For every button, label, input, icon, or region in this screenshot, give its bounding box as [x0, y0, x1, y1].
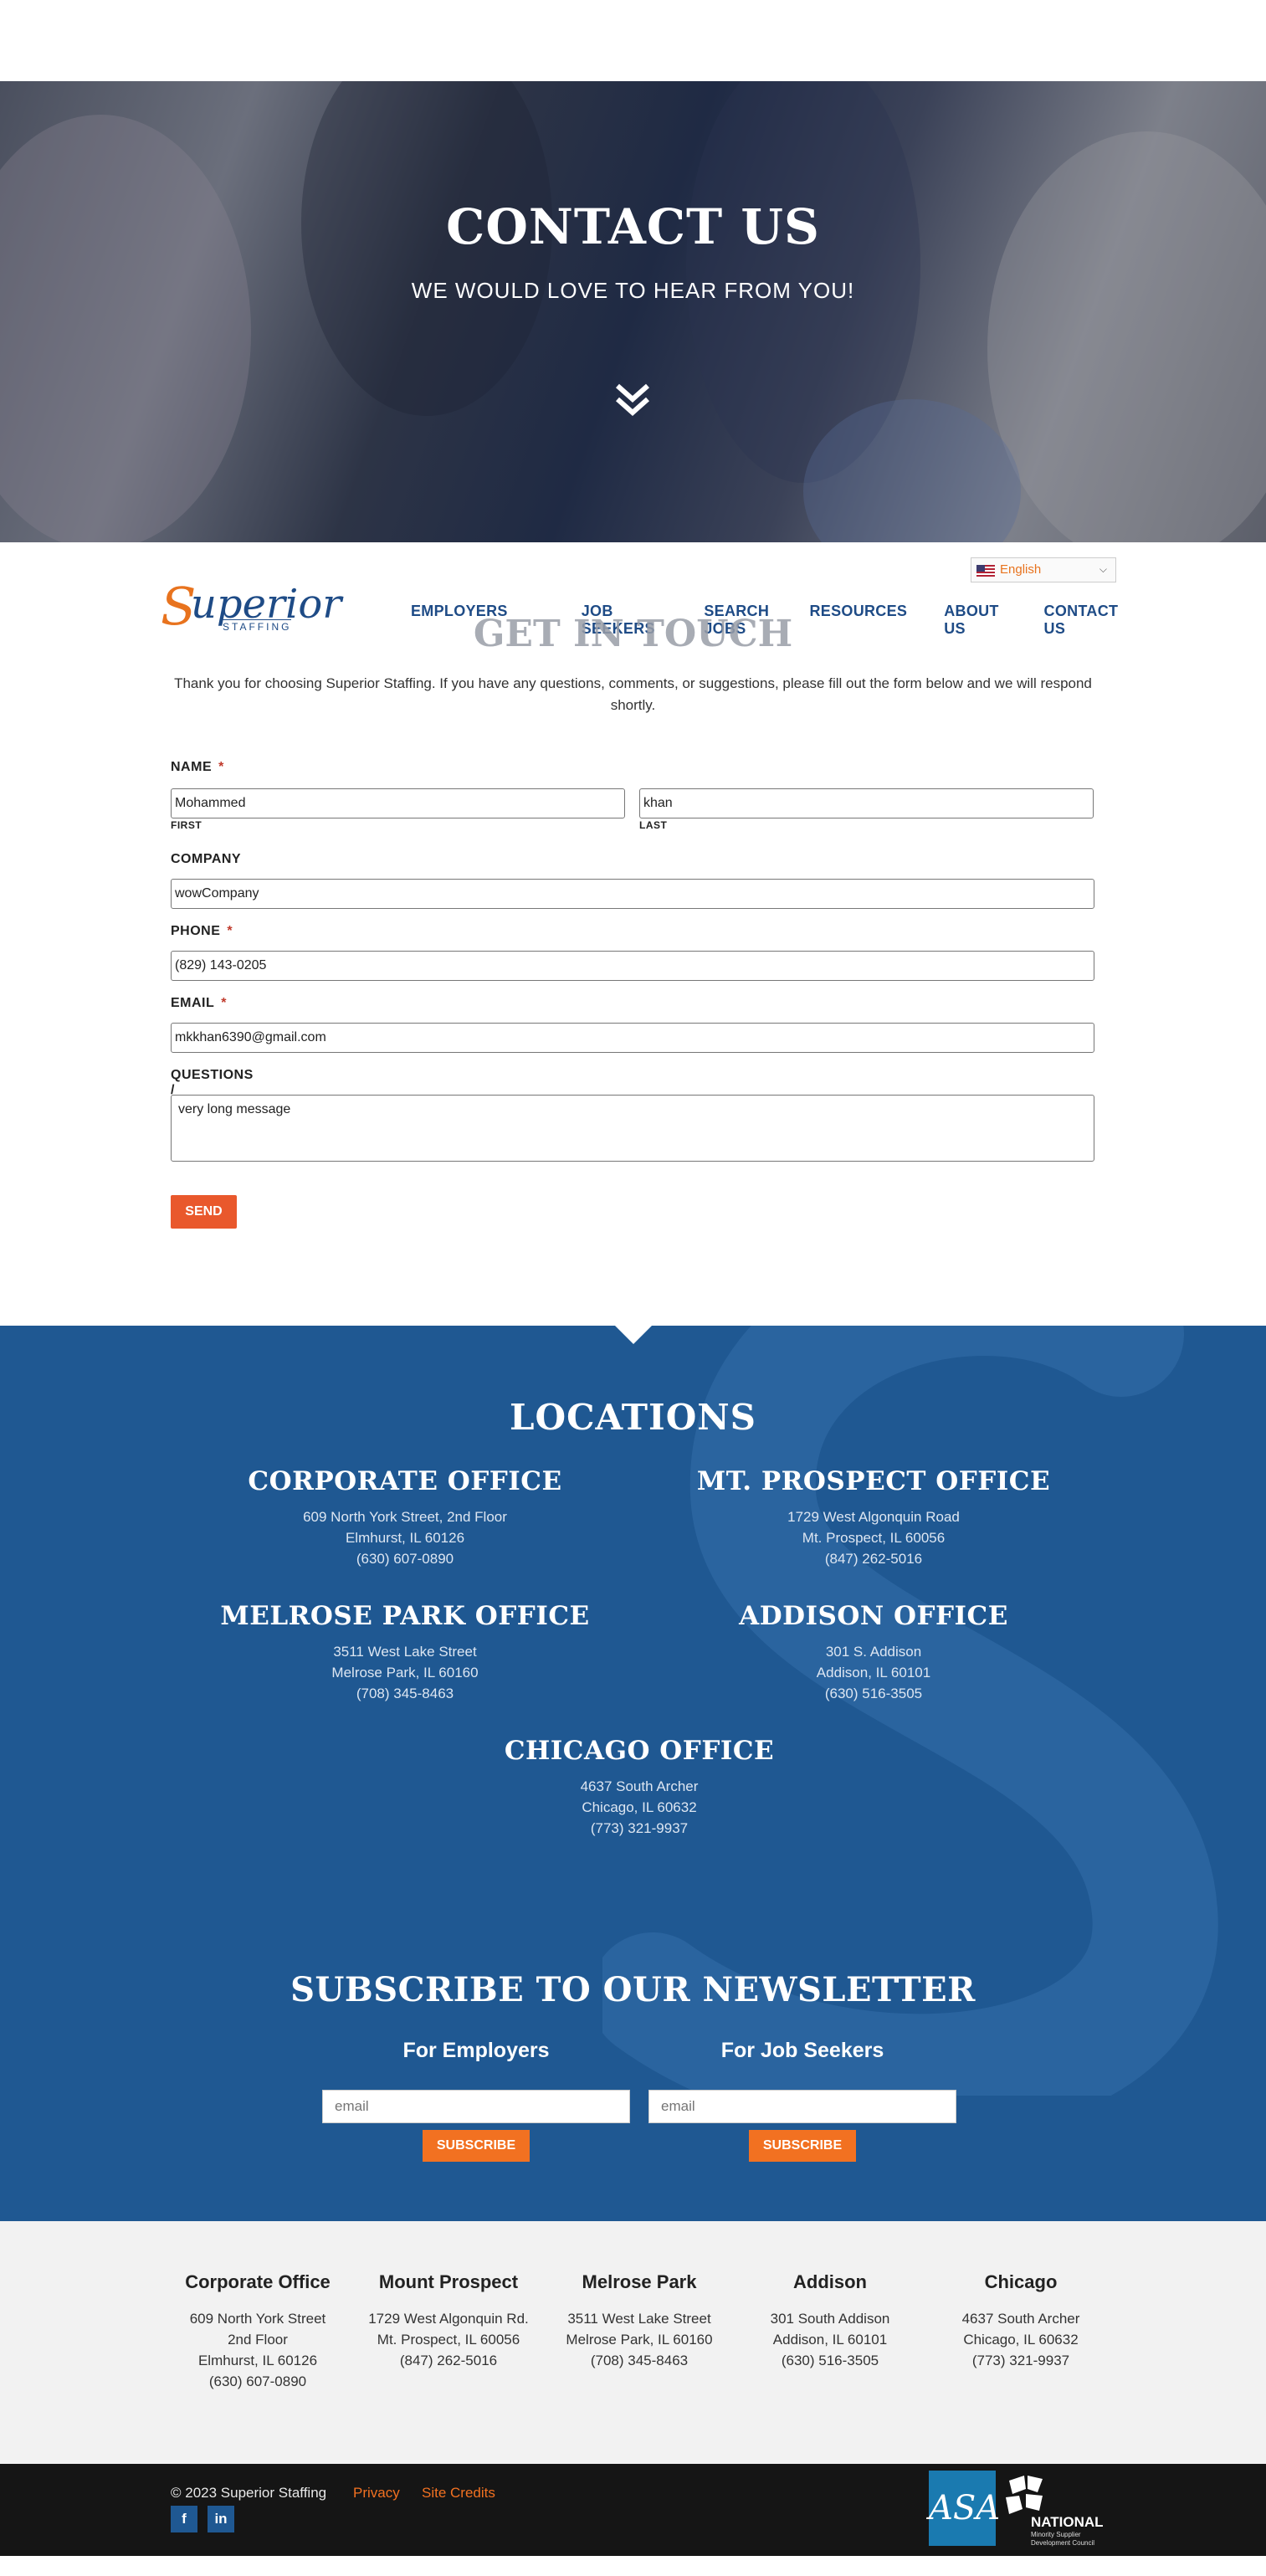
- footer-line: 301 South Addison: [770, 2311, 890, 2327]
- hero-banner: CONTACT US WE WOULD LOVE TO HEAR FROM YO…: [0, 81, 1266, 542]
- office-phone[interactable]: (630) 516-3505: [656, 1683, 1091, 1704]
- office-city: Addison, IL 60101: [816, 1665, 931, 1681]
- office-city: Mt. Prospect, IL 60056: [802, 1530, 946, 1546]
- footer-col-title: Corporate Office: [185, 2271, 331, 2292]
- footer-col-corporate: Corporate Office 609 North York Street 2…: [161, 2271, 354, 2392]
- footer-phone[interactable]: (847) 262-5016: [352, 2350, 545, 2371]
- footer-col-title: Chicago: [984, 2271, 1058, 2292]
- phone-label: PHONE *: [171, 924, 233, 938]
- office-phone[interactable]: (708) 345-8463: [187, 1683, 623, 1704]
- office-name: MELROSE PARK OFFICE: [220, 1601, 590, 1631]
- privacy-link[interactable]: Privacy: [353, 2485, 400, 2502]
- us-flag-icon: [976, 565, 995, 577]
- footer-col-melrose-park: Melrose Park 3511 West Lake Street Melro…: [543, 2271, 736, 2371]
- hero-subtitle: WE WOULD LOVE TO HEAR FROM YOU!: [411, 278, 855, 303]
- footer-bottom-bar: © 2023 Superior Staffing Privacy Site Cr…: [0, 2464, 1266, 2556]
- office-address: 301 S. Addison: [825, 1644, 922, 1660]
- footer-line: 609 North York Street: [189, 2311, 326, 2327]
- employers-email-input[interactable]: [322, 2090, 630, 2123]
- footer-line: 3511 West Lake Street: [567, 2311, 711, 2327]
- office-address: 609 North York Street, 2nd Floor: [303, 1509, 507, 1525]
- language-select[interactable]: English ⌵: [971, 557, 1116, 582]
- footer-line: Chicago, IL 60632: [963, 2332, 1079, 2348]
- footer-phone[interactable]: (630) 516-3505: [734, 2350, 926, 2371]
- office-address: 4637 South Archer: [580, 1778, 699, 1794]
- first-name-input[interactable]: [171, 788, 625, 818]
- site-credits-link[interactable]: Site Credits: [422, 2485, 495, 2502]
- comments-textarea[interactable]: very long message: [171, 1095, 1094, 1162]
- office-phone[interactable]: (847) 262-5016: [656, 1548, 1091, 1569]
- office-name: CHICAGO OFFICE: [504, 1736, 775, 1766]
- footer-line: Melrose Park, IL 60160: [566, 2332, 713, 2348]
- footer-line: Elmhurst, IL 60126: [197, 2353, 318, 2368]
- footer-line: Addison, IL 60101: [772, 2332, 888, 2348]
- footer-col-mount-prospect: Mount Prospect 1729 West Algonquin Rd. M…: [352, 2271, 545, 2371]
- office-city: Chicago, IL 60632: [582, 1799, 697, 1815]
- footer-line: 2nd Floor: [228, 2332, 288, 2348]
- last-name-label: LAST: [639, 819, 668, 831]
- office-phone[interactable]: (630) 607-0890: [187, 1548, 623, 1569]
- office-city: Melrose Park, IL 60160: [331, 1665, 479, 1681]
- footer-col-chicago: Chicago 4637 South Archer Chicago, IL 60…: [925, 2271, 1117, 2371]
- office-name: MT. PROSPECT OFFICE: [696, 1466, 1051, 1496]
- office-name: ADDISON OFFICE: [739, 1601, 1008, 1631]
- hero-photo-shape: [987, 131, 1266, 542]
- footer-line: 4637 South Archer: [961, 2311, 1080, 2327]
- email-label: EMAIL *: [171, 996, 228, 1010]
- office-city: Elmhurst, IL 60126: [345, 1530, 465, 1546]
- name-label: NAME *: [171, 760, 224, 774]
- employers-subscribe-button[interactable]: SUBSCRIBE: [423, 2130, 530, 2162]
- footer-phone[interactable]: (773) 321-9937: [925, 2350, 1117, 2371]
- footer-offices: Corporate Office 609 North York Street 2…: [0, 2221, 1266, 2464]
- office-corporate: CORPORATE OFFICE 609 North York Street, …: [187, 1466, 623, 1569]
- footer-line: 1729 West Algonquin Rd.: [368, 2311, 529, 2327]
- office-melrose-park: MELROSE PARK OFFICE 3511 West Lake Stree…: [187, 1601, 623, 1704]
- footer-col-title: Addison: [793, 2271, 867, 2292]
- office-name: CORPORATE OFFICE: [248, 1466, 562, 1496]
- footer-line: Mt. Prospect, IL 60056: [377, 2332, 520, 2348]
- send-button[interactable]: SEND: [171, 1195, 237, 1229]
- chevron-down-icon: ⌵: [1099, 563, 1107, 575]
- newsletter-employers-heading: For Employers: [402, 2039, 550, 2062]
- last-name-input[interactable]: [639, 788, 1094, 818]
- language-value: English: [1000, 562, 1042, 577]
- facebook-icon[interactable]: f: [171, 2506, 197, 2532]
- footer-col-addison: Addison 301 South Addison Addison, IL 60…: [734, 2271, 926, 2371]
- office-phone[interactable]: (773) 321-9937: [422, 1818, 857, 1839]
- phone-input[interactable]: [171, 951, 1094, 981]
- newsletter-job-seekers: For Job Seekers SUBSCRIBE: [648, 2039, 956, 2162]
- company-input[interactable]: [171, 879, 1094, 909]
- linkedin-icon[interactable]: in: [208, 2506, 234, 2532]
- footer-phone[interactable]: (708) 345-8463: [543, 2350, 736, 2371]
- office-mt-prospect: MT. PROSPECT OFFICE 1729 West Algonquin …: [656, 1466, 1091, 1569]
- newsletter-seekers-heading: For Job Seekers: [720, 2039, 884, 2062]
- footer-col-title: Mount Prospect: [378, 2271, 519, 2292]
- get-in-touch-text: Thank you for choosing Superior Staffing…: [174, 675, 1092, 713]
- office-address: 3511 West Lake Street: [333, 1644, 477, 1660]
- seekers-email-input[interactable]: [648, 2090, 956, 2123]
- email-input[interactable]: [171, 1023, 1094, 1053]
- seekers-subscribe-button[interactable]: SUBSCRIBE: [749, 2130, 856, 2162]
- first-name-label: FIRST: [171, 819, 202, 831]
- locations-section: LOCATIONS CORPORATE OFFICE 609 North Yor…: [0, 1326, 1266, 2221]
- section-notch: [615, 1326, 652, 1344]
- nmsdc-sub: Minority Supplier Development Council: [1031, 2531, 1095, 2547]
- office-addison: ADDISON OFFICE 301 S. Addison Addison, I…: [656, 1601, 1091, 1704]
- hero-photo-shape: [0, 115, 251, 542]
- locations-title: LOCATIONS: [509, 1397, 757, 1438]
- nmsdc-logo[interactable]: NATIONAL Minority Supplier Development Co…: [1001, 2472, 1110, 2548]
- chevron-down-icon[interactable]: [612, 381, 653, 421]
- get-in-touch-title: GET IN TOUCH: [473, 613, 793, 655]
- copyright-text: © 2023 Superior Staffing: [171, 2485, 327, 2501]
- nmsdc-word: NATIONAL: [1031, 2514, 1104, 2530]
- hero-title: CONTACT US: [446, 198, 820, 255]
- company-label: COMPANY: [171, 852, 242, 866]
- office-address: 1729 West Algonquin Road: [787, 1509, 960, 1525]
- newsletter-employers: For Employers SUBSCRIBE: [322, 2039, 630, 2162]
- asa-logo[interactable]: ASA: [929, 2471, 1000, 2546]
- office-chicago: CHICAGO OFFICE 4637 South Archer Chicago…: [422, 1736, 857, 1839]
- newsletter-title: SUBSCRIBE TO OUR NEWSLETTER: [290, 1970, 976, 2009]
- footer-phone[interactable]: (630) 607-0890: [161, 2371, 354, 2392]
- footer-col-title: Melrose Park: [582, 2271, 697, 2292]
